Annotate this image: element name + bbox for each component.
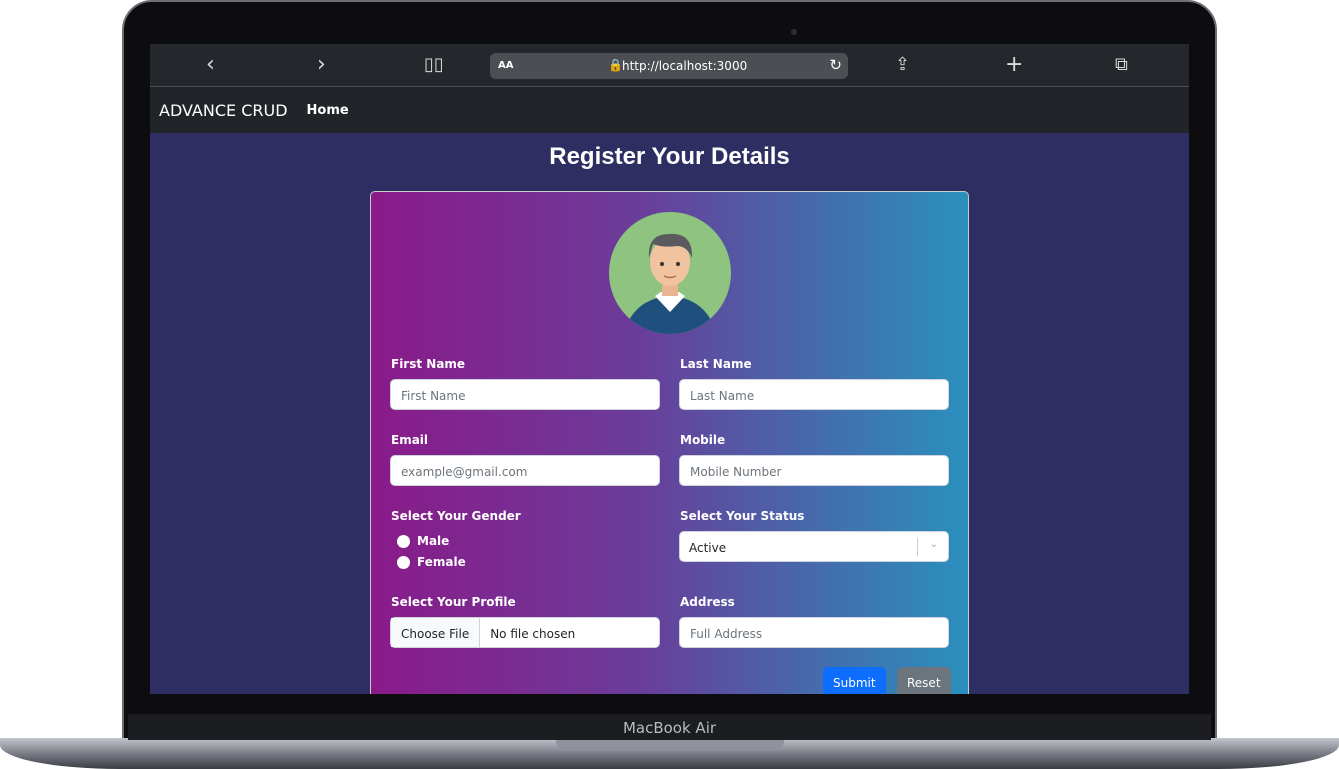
status-label: Select Your Status bbox=[680, 509, 805, 523]
screen: ‹ › ▯▯ AA 🔒 http://localhost:3000 ↻ ⇪ + … bbox=[150, 44, 1189, 694]
address-bar[interactable]: AA 🔒 http://localhost:3000 ↻ bbox=[490, 53, 848, 79]
avatar-image bbox=[609, 212, 731, 334]
navbar: ADVANCE CRUD Home bbox=[150, 87, 1189, 133]
last-name-input[interactable]: Last Name bbox=[679, 379, 949, 410]
share-icon[interactable]: ⇪ bbox=[895, 52, 910, 78]
tabs-icon[interactable]: ⧉ bbox=[1115, 52, 1128, 78]
gender-male-radio[interactable]: Male bbox=[397, 534, 449, 548]
camera bbox=[791, 29, 797, 35]
email-input[interactable]: example@gmail.com bbox=[390, 455, 660, 486]
new-tab-icon[interactable]: + bbox=[1005, 52, 1023, 78]
profile-label: Select Your Profile bbox=[391, 595, 516, 609]
lock-icon: 🔒 bbox=[608, 58, 623, 72]
text-size-button[interactable]: AA bbox=[498, 60, 513, 71]
register-form: First Name First Name Last Name Last Nam… bbox=[370, 191, 969, 694]
address-label: Address bbox=[680, 595, 735, 609]
nav-home[interactable]: Home bbox=[307, 103, 349, 118]
submit-button[interactable]: Submit bbox=[823, 667, 886, 694]
bookmarks-icon[interactable]: ▯▯ bbox=[424, 52, 444, 78]
email-label: Email bbox=[391, 433, 429, 447]
device-label: MacBook Air bbox=[128, 714, 1211, 740]
browser-toolbar: ‹ › ▯▯ AA 🔒 http://localhost:3000 ↻ ⇪ + … bbox=[150, 44, 1189, 87]
back-icon[interactable]: ‹ bbox=[206, 52, 215, 78]
first-name-input[interactable]: First Name bbox=[390, 379, 660, 410]
url-text: http://localhost:3000 bbox=[622, 59, 748, 73]
radio-circle[interactable] bbox=[397, 534, 410, 548]
status-value: Active bbox=[689, 541, 727, 555]
file-status: No file chosen bbox=[490, 627, 576, 641]
reset-button[interactable]: Reset bbox=[897, 667, 951, 694]
radio-label: Female bbox=[417, 555, 466, 569]
gender-female-radio[interactable]: Female bbox=[397, 555, 466, 569]
brand[interactable]: ADVANCE CRUD bbox=[159, 101, 288, 120]
reload-icon[interactable]: ↻ bbox=[829, 56, 842, 74]
forward-icon[interactable]: › bbox=[317, 52, 326, 78]
radio-label: Male bbox=[417, 534, 450, 548]
radio-circle[interactable] bbox=[397, 555, 410, 569]
address-input[interactable]: Full Address bbox=[679, 617, 949, 648]
mobile-input[interactable]: Mobile Number bbox=[679, 455, 949, 486]
status-select[interactable]: Active ⌄ bbox=[679, 531, 949, 562]
select-separator bbox=[917, 538, 918, 556]
mobile-label: Mobile bbox=[680, 433, 726, 447]
gender-label: Select Your Gender bbox=[391, 509, 521, 523]
page-title: Register Your Details bbox=[549, 143, 790, 170]
last-name-label: Last Name bbox=[680, 357, 752, 371]
profile-file-input[interactable]: Choose File No file chosen bbox=[390, 617, 660, 648]
first-name-label: First Name bbox=[391, 357, 466, 371]
chevron-down-icon[interactable]: ⌄ bbox=[930, 539, 938, 550]
choose-file-button[interactable]: Choose File bbox=[391, 618, 481, 647]
